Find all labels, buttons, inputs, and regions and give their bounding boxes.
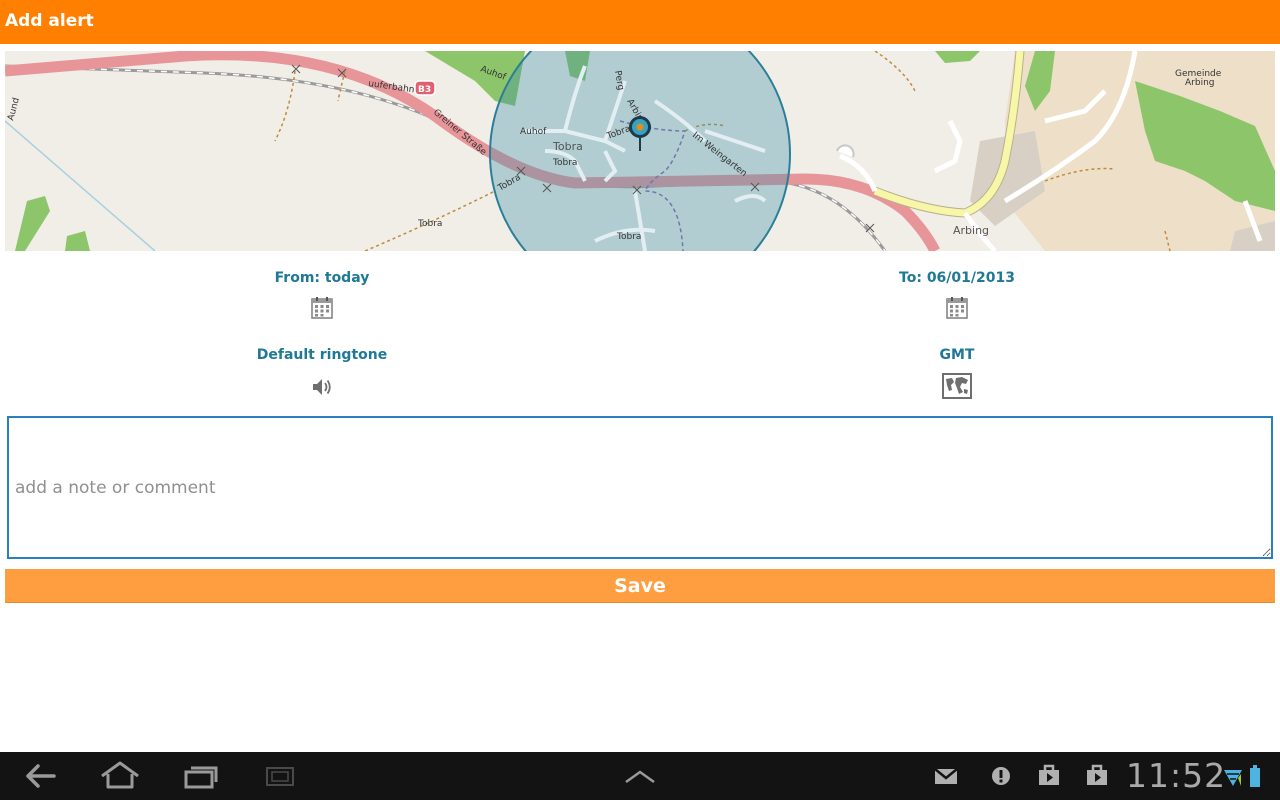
map-canvas[interactable]: Auhof uuferbahn Greiner Straße Aund Auho…	[5, 51, 1275, 251]
page-title: Add alert	[5, 11, 94, 31]
map-label: Tobra	[552, 158, 577, 168]
map-view[interactable]: Auhof uuferbahn Greiner Straße Aund Auho…	[5, 51, 1275, 251]
map-label: Aund	[6, 97, 22, 122]
battery-icon	[1250, 765, 1260, 787]
home-icon[interactable]	[98, 760, 142, 792]
speaker-icon[interactable]	[310, 375, 334, 399]
map-label: Tobra	[616, 232, 641, 242]
from-date-label: From: today	[274, 270, 370, 286]
back-icon[interactable]	[18, 760, 62, 792]
calendar-icon[interactable]	[945, 296, 969, 320]
primary-road	[873, 51, 1025, 218]
ringtone-label: Default ringtone	[256, 347, 388, 363]
wifi-icon	[1224, 770, 1242, 786]
alert-notification-icon[interactable]	[988, 760, 1014, 792]
map-label: Arbing	[953, 224, 989, 237]
store-bag-icon[interactable]	[1036, 760, 1062, 792]
map-label: Arbing	[1185, 78, 1215, 88]
title-bar: Add alert	[0, 0, 1280, 44]
to-date-label: To: 06/01/2013	[899, 270, 1015, 286]
screenshot-icon[interactable]	[258, 760, 302, 792]
calendar-icon[interactable]	[310, 296, 334, 320]
timezone-option[interactable]: GMT	[807, 345, 1107, 399]
map-label: Auhof	[520, 127, 547, 137]
forest-area	[15, 196, 50, 251]
store-bag-icon[interactable]	[1084, 760, 1110, 792]
forest-area	[935, 51, 980, 63]
gmail-icon[interactable]	[932, 760, 960, 792]
system-nav-bar: 11:52	[0, 752, 1280, 800]
map-label: Greiner Straße	[431, 108, 488, 158]
note-input[interactable]	[7, 416, 1273, 559]
save-button[interactable]: Save	[5, 569, 1275, 603]
road-shield-label: B3	[418, 85, 431, 95]
chevron-up-icon[interactable]	[618, 760, 662, 792]
map-label: Tobra	[417, 219, 442, 229]
to-date-option[interactable]: To: 06/01/2013	[807, 268, 1107, 320]
forest-area	[65, 231, 90, 251]
from-date-option[interactable]: From: today	[172, 268, 472, 320]
main-road	[5, 51, 940, 251]
status-clock: 11:52	[1126, 756, 1227, 795]
world-map-icon[interactable]	[942, 373, 972, 399]
ringtone-option[interactable]: Default ringtone	[172, 345, 472, 399]
map-label: Tobra	[552, 140, 583, 153]
recent-apps-icon[interactable]	[178, 760, 222, 792]
timezone-label: GMT	[939, 347, 975, 363]
